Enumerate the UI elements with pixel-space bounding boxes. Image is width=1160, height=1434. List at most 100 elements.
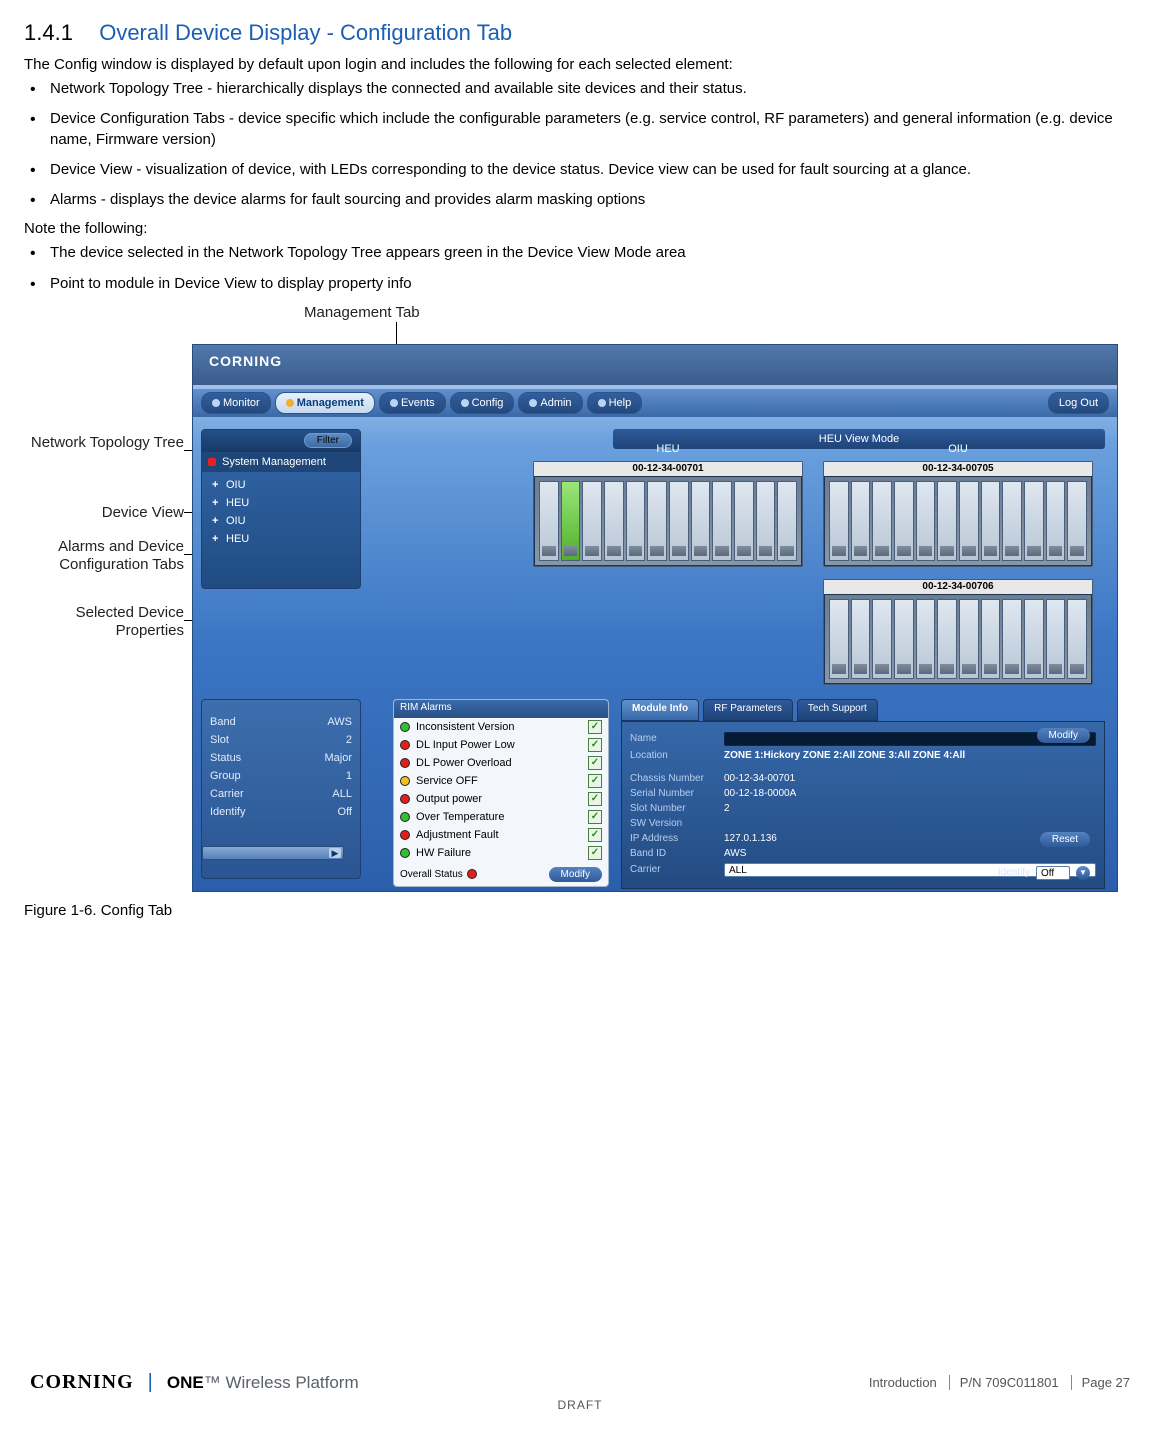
card-slot[interactable] <box>851 481 871 561</box>
card-slot[interactable] <box>916 599 936 679</box>
prop-row: Slot2 <box>210 734 352 746</box>
alarm-checkbox[interactable]: ✓ <box>588 828 602 842</box>
prop-row: IdentifyOff <box>210 806 352 818</box>
tree-item[interactable]: HEU <box>212 530 350 548</box>
intro-paragraph: The Config window is displayed by defaul… <box>24 56 1136 73</box>
info-label: IP Address <box>630 833 716 844</box>
card-slot[interactable] <box>959 481 979 561</box>
card-slot[interactable] <box>894 481 914 561</box>
nav-tab-bar: Monitor Management Events Config Admin H… <box>193 389 1117 417</box>
tab-label: Events <box>401 397 435 409</box>
card-slot[interactable] <box>669 481 689 561</box>
alarm-checkbox[interactable]: ✓ <box>588 810 602 824</box>
tree-current-node[interactable]: System Management <box>202 452 360 472</box>
card-slot[interactable] <box>1046 481 1066 561</box>
card-slot[interactable] <box>937 599 957 679</box>
device-properties-panel: BandAWS Slot2 StatusMajor Group1 Carrier… <box>201 699 361 879</box>
tab-management[interactable]: Management <box>275 392 375 414</box>
tab-label: Admin <box>540 397 571 409</box>
tab-config[interactable]: Config <box>450 392 515 414</box>
chassis[interactable]: 00-12-34-00701 <box>533 461 803 567</box>
module-info-panel: Name Modify LocationZONE 1:Hickory ZONE … <box>621 721 1105 889</box>
modify-button[interactable]: Modify <box>549 867 602 882</box>
filter-button[interactable]: Filter <box>304 433 352 448</box>
prop-value: 1 <box>346 770 352 782</box>
scroll-right-icon[interactable]: ▶ <box>329 848 341 858</box>
alarm-checkbox[interactable]: ✓ <box>588 738 602 752</box>
card-slot[interactable] <box>1067 599 1087 679</box>
tree-item[interactable]: OIU <box>212 512 350 530</box>
alarm-checkbox[interactable]: ✓ <box>588 792 602 806</box>
card-slot[interactable] <box>937 481 957 561</box>
prop-row: CarrierALL <box>210 788 352 800</box>
card-slot[interactable] <box>712 481 732 561</box>
tab-dot-icon <box>286 399 294 407</box>
tree-item[interactable]: HEU <box>212 494 350 512</box>
overall-status-label: Overall Status <box>400 869 463 880</box>
card-slot[interactable] <box>539 481 559 561</box>
prop-row: StatusMajor <box>210 752 352 764</box>
tab-rf-parameters[interactable]: RF Parameters <box>703 699 793 721</box>
card-slot[interactable] <box>872 481 892 561</box>
info-row: Serial Number00-12-18-0000A <box>630 788 1096 799</box>
alarm-checkbox[interactable]: ✓ <box>588 720 602 734</box>
prop-label: Group <box>210 770 241 782</box>
tab-events[interactable]: Events <box>379 392 446 414</box>
footer-one: ONE <box>167 1373 204 1392</box>
card-slot[interactable] <box>851 599 871 679</box>
tab-module-info[interactable]: Module Info <box>621 699 699 721</box>
info-label: Band ID <box>630 848 716 859</box>
chassis[interactable]: 00-12-34-00705 <box>823 461 1093 567</box>
chassis[interactable]: 00-12-34-00706 <box>823 579 1093 685</box>
tree-header: Filter <box>202 430 360 452</box>
card-slot-selected[interactable] <box>561 481 581 561</box>
modify-button[interactable]: Modify <box>1037 728 1090 743</box>
alarm-checkbox[interactable]: ✓ <box>588 846 602 860</box>
card-slot[interactable] <box>894 599 914 679</box>
alarm-checkbox[interactable]: ✓ <box>588 774 602 788</box>
card-slot[interactable] <box>872 599 892 679</box>
alarm-row: Inconsistent Version✓ <box>394 718 608 736</box>
card-slot[interactable] <box>1024 599 1044 679</box>
tab-admin[interactable]: Admin <box>518 392 582 414</box>
prop-label: Carrier <box>210 788 244 800</box>
location-value: ZONE 1:Hickory ZONE 2:All ZONE 3:All ZON… <box>724 750 1096 761</box>
tab-monitor[interactable]: Monitor <box>201 392 271 414</box>
card-slot[interactable] <box>981 481 1001 561</box>
status-led-icon <box>400 848 410 858</box>
card-slot[interactable] <box>1002 599 1022 679</box>
card-slot[interactable] <box>916 481 936 561</box>
reset-button[interactable]: Reset <box>1040 832 1090 847</box>
dropdown-icon[interactable]: ▼ <box>1076 866 1090 880</box>
card-slot[interactable] <box>1067 481 1087 561</box>
card-slot[interactable] <box>829 599 849 679</box>
card-slot[interactable] <box>959 599 979 679</box>
card-slot[interactable] <box>582 481 602 561</box>
card-slot[interactable] <box>829 481 849 561</box>
props-scroll-bar[interactable]: ▶ <box>202 846 344 860</box>
alarm-checkbox[interactable]: ✓ <box>588 756 602 770</box>
tab-help[interactable]: Help <box>587 392 643 414</box>
status-led-icon <box>400 722 410 732</box>
tab-tech-support[interactable]: Tech Support <box>797 699 878 721</box>
alarm-label: HW Failure <box>416 847 471 859</box>
card-slot[interactable] <box>604 481 624 561</box>
tab-dot-icon <box>529 399 537 407</box>
card-slot[interactable] <box>981 599 1001 679</box>
card-slot[interactable] <box>756 481 776 561</box>
tree-item[interactable]: OIU <box>212 476 350 494</box>
card-slot[interactable] <box>1002 481 1022 561</box>
alarm-row: Over Temperature✓ <box>394 808 608 826</box>
card-slot[interactable] <box>1046 599 1066 679</box>
card-slot[interactable] <box>647 481 667 561</box>
bullet-list-2: The device selected in the Network Topol… <box>24 243 1136 294</box>
card-slot[interactable] <box>626 481 646 561</box>
prop-label: Status <box>210 752 241 764</box>
card-slot[interactable] <box>777 481 797 561</box>
alarm-row: DL Power Overload✓ <box>394 754 608 772</box>
logout-button[interactable]: Log Out <box>1048 392 1109 414</box>
card-slot[interactable] <box>734 481 754 561</box>
card-slot[interactable] <box>691 481 711 561</box>
identify-value[interactable]: Off <box>1036 866 1070 880</box>
card-slot[interactable] <box>1024 481 1044 561</box>
